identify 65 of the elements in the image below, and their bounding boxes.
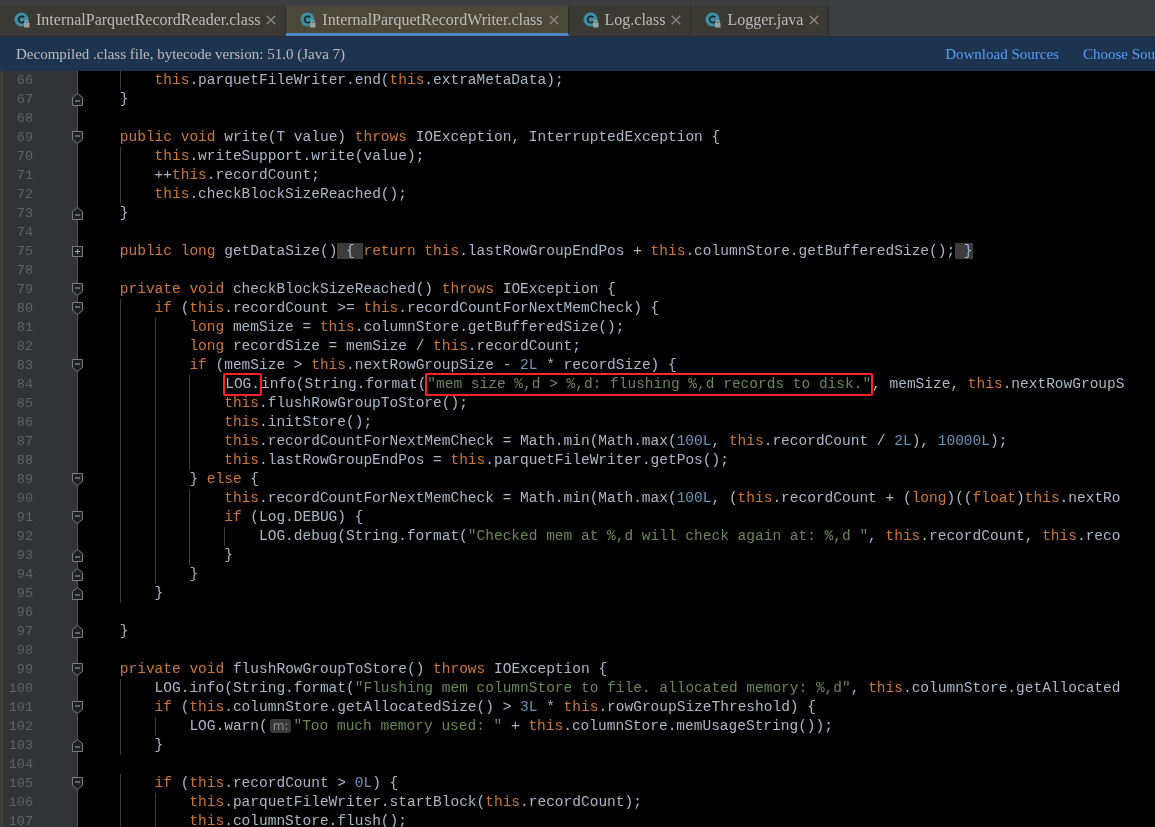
collapse-icon[interactable] [72,511,83,524]
code-line: } [119,90,129,109]
code-line: } [119,622,129,641]
code-line: if (Log.DEBUG) { [224,508,364,527]
collapse-icon[interactable] [72,473,83,486]
code-line: if (this.recordCount > 0L) { [154,774,399,793]
editor-tab[interactable]: InternalParquetRecordReader.class [0,6,287,36]
close-icon[interactable] [548,14,559,25]
code-line: } [119,204,129,223]
editor-tab[interactable]: Logger.java [691,6,830,36]
code-line: this.parquetFileWriter.end(this.extraMetaData); [154,71,564,90]
code-line: LOG.debug(String.format("Checked mem at %,d will check again at: %,d ", this.recordCount, this.reco [259,527,1121,546]
code-line: this.writeSupport.write(value); [154,147,425,166]
code-line: public void write(T value) throws IOException, InterruptedException { [119,128,721,147]
code-line: private void checkBlockSizeReached() throws IOException { [119,280,616,299]
collapse-icon[interactable] [72,625,83,638]
code-line: } [154,736,164,755]
collapse-icon[interactable] [72,131,83,144]
code-line: this.parquetFileWriter.startBlock(this.recordCount); [189,793,642,812]
class-icon [582,11,599,28]
code-line: this.lastRowGroupEndPos = this.parquetFileWriter.getPos(); [224,451,729,470]
code-line: this.initStore(); [224,413,373,432]
close-icon[interactable] [266,14,277,25]
code-line: this.recordCountForNextMemCheck = Math.min(Math.max(100L, this.recordCount / 2L), 10000L); [224,432,1008,451]
notification-message: Decompiled .class file, bytecode version: 51.0 (Java 7) [16,44,346,64]
class-icon [14,11,30,28]
notification-link[interactable]: Choose Sou [1082,42,1155,66]
code-line: LOG.info(String.format("Flushing mem columnStore to file. allocated memory: %,d", this.columnStore.getAllocated [154,679,1121,698]
collapse-icon[interactable] [72,777,83,790]
code-line: } [154,584,164,603]
editor-tab[interactable]: InternalParquetRecordWriter.class [286,6,569,36]
code-line: long memSize = this.columnStore.getBufferedSize(); [189,318,625,337]
code-line: this.checkBlockSizeReached(); [154,185,407,204]
class-icon [705,11,722,28]
code-line: } [224,546,233,565]
collapse-icon[interactable] [72,568,83,581]
collapse-icon[interactable] [72,663,83,676]
expand-icon[interactable] [72,246,83,257]
code-line: private void flushRowGroupToStore() throws IOException { [119,660,608,679]
code-line: long recordSize = memSize / this.recordCount; [189,337,581,356]
code-line: if (memSize > this.nextRowGroupSize - 2L * recordSize) { [189,356,677,375]
code-line: } [189,565,199,584]
collapse-icon[interactable] [72,359,83,372]
collapse-icon[interactable] [72,549,83,562]
collapse-icon[interactable] [72,93,83,106]
collapse-icon[interactable] [72,739,83,752]
code-line: this.flushRowGroupToStore(); [224,394,468,413]
close-icon[interactable] [809,14,820,25]
code-line: ++this.recordCount; [154,166,320,185]
close-icon[interactable] [671,14,682,25]
code-line: LOG.info(String.format("mem size %,d > %,d: flushing %,d records to disk.", memSize, this.nextRowGroupS [224,375,1125,394]
code-line: this.recordCountForNextMemCheck = Math.min(Math.max(100L, (this.recordCount + (long)((float)this.nextRo [224,489,1121,508]
collapse-icon[interactable] [72,302,83,315]
code-line: if (this.recordCount >= this.recordCountForNextMemCheck) { [154,299,660,318]
class-icon [300,11,317,28]
code-line: if (this.columnStore.getAllocatedSize() > 3L * this.rowGroupSizeThreshold) { [154,698,816,717]
collapse-icon[interactable] [72,283,83,296]
code-line: public long getDataSize() { return this.lastRowGroupEndPos + this.columnStore.getBufferedSize(); } [119,242,973,261]
collapse-icon[interactable] [72,207,83,220]
collapse-icon[interactable] [72,587,83,600]
collapse-icon[interactable] [72,701,83,714]
code-line: LOG.warn( m: "Too much memory used: " + this.columnStore.memUsageString()); [189,717,833,736]
notification-link[interactable]: Download Sources [945,42,1059,66]
editor-tab[interactable]: Log.class [568,6,692,36]
code-line: } else { [189,470,259,489]
